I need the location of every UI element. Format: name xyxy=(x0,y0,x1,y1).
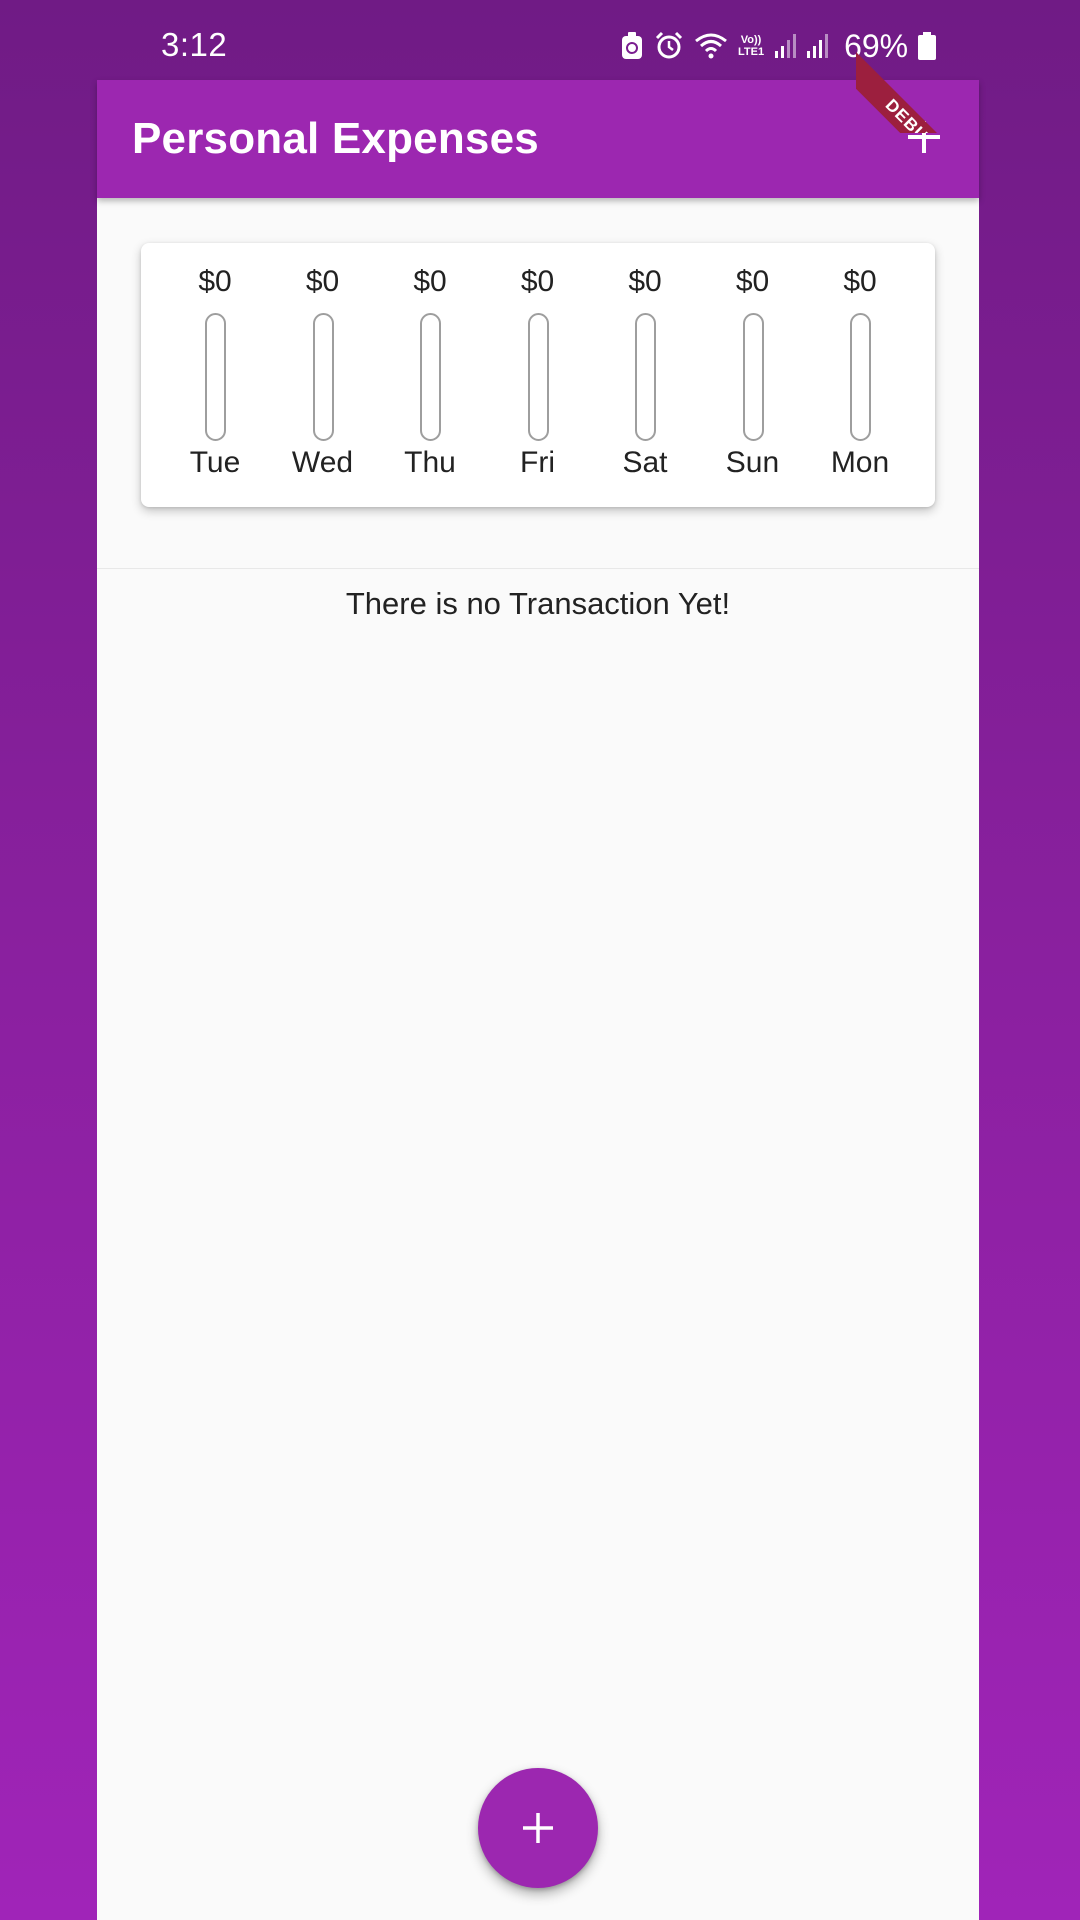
bar-track xyxy=(850,313,871,441)
device-care-icon xyxy=(620,31,644,61)
empty-transactions-message: There is no Transaction Yet! xyxy=(345,586,731,621)
add-transaction-button[interactable] xyxy=(897,110,951,164)
status-time: 3:12 xyxy=(161,26,228,63)
chart-bar-mon: $0 Mon xyxy=(810,243,910,507)
bar-track xyxy=(742,313,764,441)
lte-label: LTE1 xyxy=(738,46,765,58)
app-bar: Personal Expenses xyxy=(97,80,979,198)
chart-bar-sun: $0 Sun xyxy=(703,243,803,507)
bar-amount-label: $0 xyxy=(735,265,770,298)
plus-icon xyxy=(523,1813,553,1843)
app-screen: Personal Expenses $0 Tue $0 Wed $0 Thu $0 Fri $0… xyxy=(97,80,979,1920)
divider xyxy=(97,568,979,569)
status-icons: Vo)) LTE1 69% xyxy=(620,27,937,64)
bar-day-label: Fri xyxy=(520,446,555,479)
wifi-icon xyxy=(694,32,728,60)
weekly-chart-card: $0 Tue $0 Wed $0 Thu $0 Fri $0 Sat $0 Sun $0 Mon xyxy=(141,243,935,507)
bar-amount-label: $0 xyxy=(843,265,877,298)
bar-amount-label: $0 xyxy=(520,265,555,298)
bar-day-label: Sat xyxy=(622,446,668,479)
battery-percent: 69% xyxy=(844,27,909,64)
bar-amount-label: $0 xyxy=(413,265,447,298)
bar-amount-label: $0 xyxy=(628,265,662,298)
status-bar: 3:12 Vo)) LTE1 69% xyxy=(0,0,1080,80)
chart-bar-wed: $0 Wed xyxy=(273,243,373,507)
bar-day-label: Wed xyxy=(291,446,354,479)
bar-day-label: Sun xyxy=(725,446,780,479)
bar-day-label: Thu xyxy=(404,446,456,479)
add-transaction-fab[interactable] xyxy=(478,1768,598,1888)
volte-indicator: Vo)) LTE1 xyxy=(738,34,764,58)
chart-bar-tue: $0 Tue xyxy=(165,243,265,507)
bar-track xyxy=(205,313,226,441)
bar-track xyxy=(527,313,549,441)
bar-day-label: Tue xyxy=(189,446,241,479)
app-title: Personal Expenses xyxy=(132,114,539,163)
bar-amount-label: $0 xyxy=(198,265,232,298)
battery-icon xyxy=(918,32,937,60)
alarm-icon xyxy=(654,31,684,61)
plus-icon xyxy=(908,121,940,153)
chart-bar-sat: $0 Sat xyxy=(595,243,695,507)
bar-track xyxy=(635,313,656,441)
bar-amount-label: $0 xyxy=(305,265,340,298)
chart-bar-thu: $0 Thu xyxy=(380,243,480,507)
bar-day-label: Mon xyxy=(830,446,890,479)
volte-label: Vo)) xyxy=(740,34,762,46)
signal-icon-sim2 xyxy=(806,33,829,59)
bar-track xyxy=(420,313,441,441)
signal-icon-sim1 xyxy=(774,33,797,59)
chart-bar-fri: $0 Fri xyxy=(488,243,588,507)
bar-track xyxy=(312,313,334,441)
